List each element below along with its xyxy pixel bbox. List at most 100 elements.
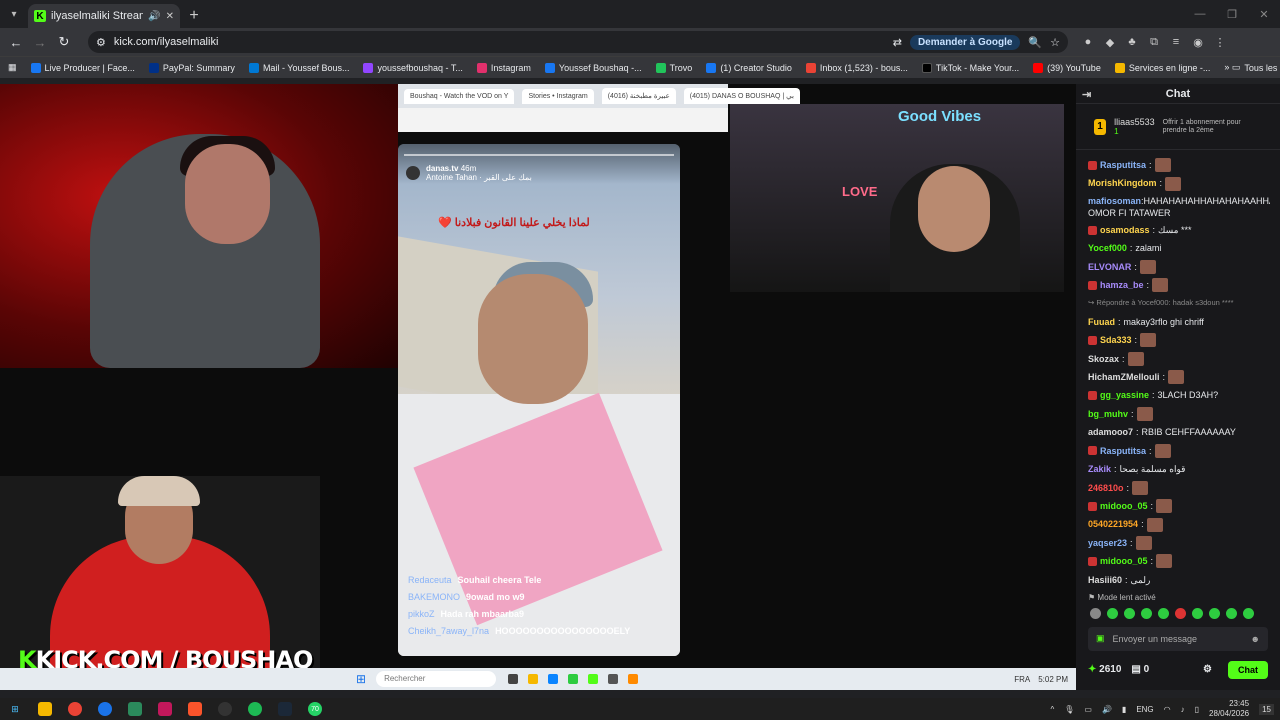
- bookmark-item[interactable]: youssefboushaq - T...: [363, 62, 463, 73]
- chat-send-button[interactable]: Chat: [1228, 660, 1268, 679]
- chat-message[interactable]: midooo_05:: [1088, 497, 1270, 515]
- bookmark-item[interactable]: Services en ligne -...: [1114, 62, 1210, 73]
- chat-message[interactable]: yaqser23:: [1088, 534, 1270, 552]
- points[interactable]: ✦ 2610: [1088, 664, 1121, 675]
- chat-message[interactable]: midooo_05:: [1088, 552, 1270, 570]
- extension-icon[interactable]: ●: [1080, 34, 1096, 50]
- tray-chevron-icon[interactable]: ^: [1050, 705, 1054, 714]
- emote-icon[interactable]: [1243, 607, 1254, 619]
- chat-username[interactable]: Zakik: [1088, 460, 1111, 478]
- bookmark-item[interactable]: Trovo: [655, 62, 692, 73]
- emote-icon[interactable]: [1226, 607, 1237, 619]
- bookmark-item[interactable]: (1) Creator Studio: [706, 62, 792, 73]
- address-bar[interactable]: ⚙ kick.com/ilyaselmaliki ⇄ Demander à Go…: [88, 31, 1068, 53]
- chat-reply-line[interactable]: ↪ Répondre à Yocef000: hadak s3doun ****: [1088, 294, 1270, 312]
- chat-username[interactable]: 246810o: [1088, 479, 1124, 497]
- chat-message[interactable]: ELVONAR:: [1088, 258, 1270, 276]
- emote-icon[interactable]: [1158, 607, 1169, 619]
- chat-message[interactable]: Rasputitsa:: [1088, 156, 1270, 174]
- new-tab-button[interactable]: +: [180, 4, 208, 28]
- chat-message[interactable]: Zakik: قواه مسلمة بصحا: [1088, 460, 1270, 478]
- chat-message[interactable]: mafiosoman:HAHAHAHAHHAHAHAHAAHHAHAHAHAA …: [1088, 193, 1270, 221]
- bookmark-item[interactable]: PayPal: Summary: [148, 62, 235, 73]
- chat-username[interactable]: adamooo7: [1088, 423, 1133, 441]
- chat-message[interactable]: osamodass: مسك ***: [1088, 221, 1270, 239]
- battery-icon[interactable]: ▮: [1122, 705, 1126, 714]
- menu-dots-icon[interactable]: ⋮: [1212, 34, 1228, 50]
- chat-message[interactable]: Sda333:: [1088, 331, 1270, 349]
- chat-message[interactable]: gg_yassine:3LACH D3AH?: [1088, 386, 1270, 404]
- collapse-chat-icon[interactable]: ⇥: [1082, 88, 1091, 101]
- emote-icon[interactable]: [1107, 607, 1118, 619]
- chat-username[interactable]: Rasputitsa: [1100, 156, 1146, 174]
- file-explorer-icon[interactable]: [38, 702, 52, 716]
- tab-search-icon[interactable]: ▾: [0, 0, 28, 28]
- whatsapp-icon[interactable]: 70: [308, 702, 322, 716]
- chat-username[interactable]: MorishKingdom: [1088, 174, 1157, 192]
- extension-icon[interactable]: ♣: [1124, 34, 1140, 50]
- profile-avatar-icon[interactable]: ◉: [1190, 34, 1206, 50]
- chat-message[interactable]: Skozax:: [1088, 350, 1270, 368]
- chat-input[interactable]: ▣ Envoyer un message ☻: [1088, 626, 1268, 651]
- emote-icon[interactable]: [1192, 607, 1203, 619]
- emote-icon[interactable]: [1209, 607, 1220, 619]
- chat-message[interactable]: hamza_be:: [1088, 276, 1270, 294]
- zoom-icon[interactable]: 🔍: [1028, 36, 1042, 49]
- chat-username[interactable]: Fuuad: [1088, 313, 1115, 331]
- tab-kick-stream[interactable]: K ilyaselmaliki Stream - Watc 🔊 ✕: [28, 4, 180, 28]
- chat-username[interactable]: bg_muhv: [1088, 405, 1128, 423]
- chat-username[interactable]: gg_yassine: [1100, 386, 1149, 404]
- chat-username[interactable]: Sda333: [1100, 331, 1132, 349]
- chat-username[interactable]: ELVONAR: [1088, 258, 1131, 276]
- chat-username[interactable]: mafiosoman: [1088, 196, 1141, 206]
- obs-icon[interactable]: [218, 702, 232, 716]
- chat-message[interactable]: Fuuad: makay3rflo ghi chriff: [1088, 313, 1270, 331]
- gifts[interactable]: ▤ 0: [1131, 664, 1149, 675]
- chat-username[interactable]: Rasputitsa: [1100, 442, 1146, 460]
- bookmark-item[interactable]: Instagram: [476, 62, 531, 73]
- stream-video[interactable]: Boushaq - Watch the VOD on Y Stories • I…: [0, 84, 1076, 690]
- emote-icon[interactable]: [1175, 607, 1186, 619]
- bookmark-item[interactable]: (39) YouTube: [1033, 62, 1101, 73]
- audio-icon[interactable]: 🔊: [148, 11, 160, 22]
- puzzle-icon[interactable]: ⧉: [1146, 34, 1162, 50]
- close-tab-icon[interactable]: ✕: [166, 11, 174, 22]
- chat-message[interactable]: Hasiii60: رلمى: [1088, 571, 1270, 589]
- gift-sub-banner[interactable]: 1 lliaas5533 1 Offrir 1 abonnement pour …: [1076, 104, 1280, 150]
- spotify-icon[interactable]: [248, 702, 262, 716]
- all-bookmarks[interactable]: » ▭Tous les favoris: [1224, 62, 1280, 73]
- bookmark-item[interactable]: Mail - Youssef Bous...: [248, 62, 349, 73]
- bookmark-item[interactable]: Live Producer | Face...: [30, 62, 135, 73]
- emote-icon[interactable]: [1090, 607, 1101, 619]
- ask-google-button[interactable]: Demander à Google: [909, 34, 1021, 50]
- language-indicator[interactable]: ENG: [1136, 705, 1153, 714]
- bookmark-item[interactable]: Youssef Boushaq -...: [544, 62, 642, 73]
- chat-message[interactable]: 246810o:: [1088, 479, 1270, 497]
- chat-username[interactable]: Skozax: [1088, 350, 1119, 368]
- chrome-icon[interactable]: [68, 702, 82, 716]
- site-info-icon[interactable]: ⚙: [96, 36, 106, 49]
- chat-message[interactable]: Yocef000: zalami: [1088, 239, 1270, 257]
- translate-icon[interactable]: ⇄: [893, 36, 902, 49]
- wifi-icon[interactable]: ◠: [1164, 705, 1171, 714]
- chat-username[interactable]: hamza_be: [1100, 276, 1144, 294]
- windows-start-icon[interactable]: ⊞: [8, 702, 22, 716]
- chat-message[interactable]: Rasputitsa:: [1088, 442, 1270, 460]
- chat-message[interactable]: MorishKingdom:: [1088, 174, 1270, 192]
- emote-icon[interactable]: [1141, 607, 1152, 619]
- minimize-icon[interactable]: —: [1184, 0, 1216, 28]
- volume-icon[interactable]: 🔊: [1102, 705, 1112, 714]
- battery-level-icon[interactable]: ▯: [1195, 705, 1199, 714]
- emoji-icon[interactable]: ☻: [1251, 634, 1260, 644]
- extension-icon[interactable]: ◆: [1102, 34, 1118, 50]
- network-icon[interactable]: ▭: [1084, 705, 1092, 714]
- forward-icon[interactable]: →: [30, 32, 50, 52]
- chat-username[interactable]: Yocef000: [1088, 239, 1127, 257]
- bookmark-star-icon[interactable]: ☆: [1050, 36, 1060, 49]
- chat-username[interactable]: midooo_05: [1100, 497, 1148, 515]
- reload-icon[interactable]: ↻: [54, 32, 74, 52]
- chat-username[interactable]: HichamZMellouli: [1088, 368, 1160, 386]
- chat-username[interactable]: 0540221954: [1088, 515, 1138, 533]
- gift-icon[interactable]: ▣: [1096, 633, 1105, 644]
- chat-settings-icon[interactable]: ⚙: [1203, 664, 1212, 675]
